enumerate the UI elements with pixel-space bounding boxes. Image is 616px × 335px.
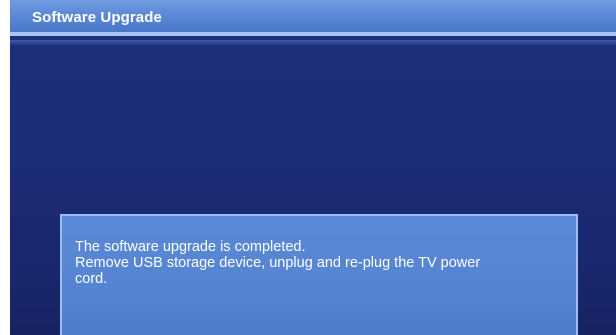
title-bar-shadow	[10, 40, 616, 46]
page-title: Software Upgrade	[32, 9, 162, 26]
message-line-1: The software upgrade is completed.	[75, 239, 306, 255]
tv-screen: Software Upgrade The software upgrade is…	[10, 0, 616, 335]
message-line-2: Remove USB storage device, unplug and re…	[75, 255, 481, 271]
message-dialog: The software upgrade is completed. Remov…	[60, 214, 578, 335]
message-line-3: cord.	[75, 271, 108, 287]
message-text: The software upgrade is completed. Remov…	[75, 239, 565, 287]
title-bar: Software Upgrade	[10, 0, 616, 36]
